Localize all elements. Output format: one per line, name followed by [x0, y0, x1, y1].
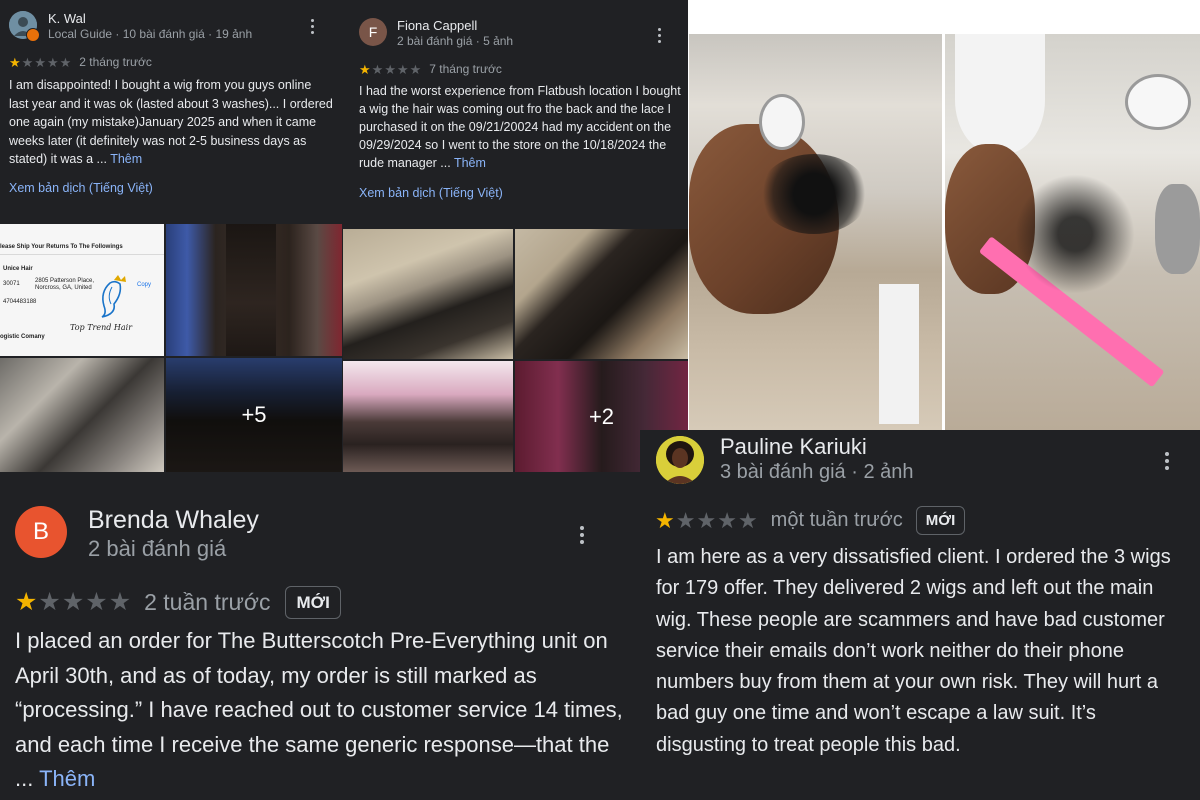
star-icon: ★ — [15, 588, 38, 616]
return-label-footer: ogistic Comany — [0, 334, 45, 340]
star-icon: ★ — [359, 61, 371, 77]
more-photos-count: +5 — [166, 358, 342, 472]
review-photo-more[interactable]: +5 — [166, 358, 342, 472]
reviewer-name[interactable]: Brenda Whaley — [88, 506, 259, 535]
return-label-recipient: Unice Hair — [3, 266, 33, 272]
reviewer-name[interactable]: K. Wal — [48, 11, 86, 26]
avatar-initial: F — [368, 24, 378, 40]
user-photo-icon — [656, 436, 704, 484]
review-photo[interactable] — [343, 361, 513, 472]
star-icon: ★ — [384, 61, 396, 77]
return-label-address: 2805 Patterson Place, Norcross, GA, Unit… — [35, 278, 95, 291]
review-photo[interactable] — [689, 34, 942, 430]
star-icon: ★ — [59, 54, 72, 70]
more-link[interactable]: Thêm — [454, 156, 486, 170]
star-icon: ★ — [396, 61, 409, 77]
star-icon: ★ — [717, 507, 737, 533]
new-badge: MỚI — [915, 506, 966, 535]
translate-link[interactable]: Xem bản dịch (Tiếng Việt) — [9, 181, 153, 195]
review-age: 2 tháng trước — [79, 55, 152, 69]
star-icon: ★ — [9, 54, 21, 70]
review-age: một tuần trước — [770, 509, 903, 531]
more-options-button[interactable] — [580, 526, 584, 544]
review-photo[interactable] — [0, 358, 164, 472]
star-rating: ★ ★ ★ ★ ★ 2 tháng trước — [9, 55, 152, 69]
star-icon: ★ — [61, 588, 85, 616]
star-rating: ★ ★ ★ ★ ★ 2 tuần trước MỚI — [15, 586, 341, 619]
reviewer-avatar[interactable]: B — [15, 506, 67, 558]
reviewer-avatar[interactable] — [656, 436, 704, 484]
star-icon: ★ — [655, 507, 675, 533]
review-card-brenda: B Brenda Whaley 2 bài đánh giá ★ ★ ★ ★ ★… — [0, 472, 640, 800]
more-options-button[interactable] — [311, 19, 314, 34]
reviewer-name[interactable]: Fiona Cappell — [397, 18, 477, 33]
return-label-copy: Copy — [137, 282, 152, 288]
review-photo[interactable] — [945, 34, 1200, 430]
reviewer-meta: 2 bài đánh giá — [88, 536, 227, 561]
review-text: I am here as a very dissatisfied client.… — [656, 546, 1171, 756]
review-card-pauline: Pauline Kariuki 3 bài đánh giá · 2 ảnh ★… — [640, 430, 1200, 800]
review-age: 7 tháng trước — [429, 62, 502, 76]
star-icon: ★ — [34, 54, 46, 70]
star-icon: ★ — [38, 588, 61, 616]
return-label-code: 30071 — [3, 281, 20, 287]
review-photo[interactable] — [343, 229, 513, 359]
review-photo[interactable] — [515, 229, 688, 359]
star-icon: ★ — [371, 61, 384, 77]
more-options-button[interactable] — [658, 28, 661, 43]
star-icon: ★ — [108, 588, 132, 616]
review-text: I placed an order for The Butterscotch P… — [15, 624, 625, 797]
more-link[interactable]: Thêm — [39, 766, 95, 791]
return-address-label: lease Ship Your Returns To The Following… — [0, 224, 164, 356]
review-text-content: I had the worst experience from Flatbush… — [359, 84, 681, 170]
reviewer-avatar[interactable] — [9, 11, 40, 42]
review-text: I am disappointed! I bought a wig from y… — [9, 76, 334, 169]
review-photo[interactable]: lease Ship Your Returns To The Following… — [0, 224, 164, 356]
star-icon: ★ — [46, 54, 59, 70]
return-label-heading: lease Ship Your Returns To The Following… — [0, 244, 123, 250]
star-icon: ★ — [409, 61, 422, 77]
review-age: 2 tuần trước — [144, 589, 271, 615]
reviewer-meta: Local Guide · 10 bài đánh giá · 19 ảnh — [48, 27, 253, 41]
star-icon: ★ — [675, 507, 696, 533]
more-link[interactable]: Thêm — [110, 152, 142, 166]
avatar-initial: B — [32, 518, 49, 545]
star-icon: ★ — [696, 507, 717, 533]
star-icon: ★ — [737, 507, 758, 533]
reviewer-avatar[interactable]: F — [359, 18, 387, 46]
star-rating: ★ ★ ★ ★ ★ 7 tháng trước — [359, 62, 502, 76]
hair-clump — [759, 154, 869, 234]
hair-logo-icon — [101, 275, 126, 318]
new-badge: MỚI — [285, 586, 341, 619]
reviewer-name[interactable]: Pauline Kariuki — [720, 434, 867, 460]
review-text: I had the worst experience from Flatbush… — [359, 82, 684, 172]
more-options-button[interactable] — [1165, 452, 1169, 470]
star-rating: ★ ★ ★ ★ ★ một tuần trước MỚI — [655, 506, 966, 535]
star-icon: ★ — [21, 54, 34, 70]
local-guide-badge-icon — [26, 28, 40, 42]
review-photos-strip — [688, 0, 1200, 430]
reviewer-meta: 3 bài đánh giá · 2 ảnh — [720, 461, 914, 483]
review-text-content: I am disappointed! I bought a wig from y… — [9, 78, 333, 166]
hair-strands — [1015, 174, 1135, 294]
reviewer-meta: 2 bài đánh giá · 5 ảnh — [397, 34, 514, 48]
star-icon: ★ — [85, 588, 108, 616]
translate-link[interactable]: Xem bản dịch (Tiếng Việt) — [359, 186, 503, 200]
review-photo[interactable] — [166, 224, 342, 356]
return-label-logo-text: Top Trend Hair — [70, 323, 133, 332]
review-card-kwal: K. Wal Local Guide · 10 bài đánh giá · 1… — [0, 0, 341, 224]
review-card-fiona: F Fiona Cappell 2 bài đánh giá · 5 ảnh ★… — [343, 0, 688, 228]
return-label-phone: 4704483188 — [3, 299, 37, 305]
review-text-content: I placed an order for The Butterscotch P… — [15, 628, 623, 791]
